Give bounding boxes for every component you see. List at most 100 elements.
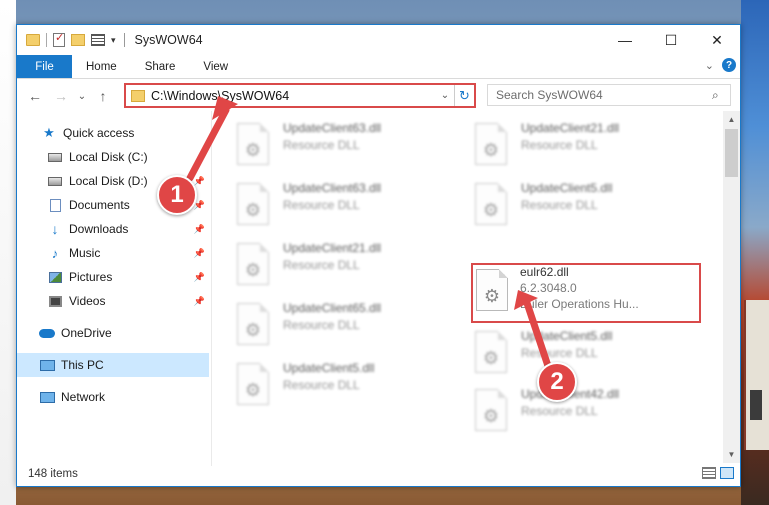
music-icon: ♪	[51, 245, 59, 261]
file-tile[interactable]: ⚙ UpdateClient21.dll Resource DLL	[451, 119, 681, 173]
address-bar[interactable]: C:\Windows\SysWOW64 ⌄ ↻	[124, 83, 476, 108]
file-name: UpdateClient5.dll	[521, 181, 613, 195]
sidebar-item-quick-access[interactable]: ★ Quick access	[17, 121, 209, 145]
gear-icon: ⚙	[482, 348, 500, 368]
file-version: 6.2.3048.0	[520, 281, 577, 295]
gear-icon: ⚙	[244, 140, 262, 160]
file-name: UpdateClient63.dll	[283, 121, 382, 135]
tab-file[interactable]: File	[17, 55, 72, 78]
sidebar-item-label: Quick access	[63, 126, 135, 140]
properties-icon[interactable]	[53, 31, 65, 47]
file-type: Resource DLL	[521, 198, 598, 212]
file-type: Resource DLL	[521, 138, 598, 152]
pane-divider[interactable]	[211, 111, 212, 466]
gear-icon: ⚙	[482, 200, 500, 220]
forward-arrow-icon[interactable]: →	[50, 85, 72, 107]
dll-file-icon: ⚙	[476, 269, 508, 311]
search-box[interactable]: Search SysWOW64 ⌕	[487, 84, 731, 106]
step-badge-1: 1	[157, 175, 197, 215]
maximize-button[interactable]: ☐	[648, 25, 694, 55]
expand-ribbon-chevron-icon[interactable]: ⌄	[705, 59, 714, 72]
file-type: Resource DLL	[283, 198, 360, 212]
sidebar-item-local-disk-c[interactable]: Local Disk (C:)	[17, 145, 209, 169]
desktop-wallpaper-window	[750, 390, 762, 420]
status-bar: 148 items	[17, 462, 740, 486]
gear-icon: ⚙	[244, 260, 262, 280]
file-tile[interactable]: ⚙ UpdateClient63.dll Resource DLL	[213, 119, 443, 173]
new-folder-icon[interactable]	[71, 34, 85, 46]
sidebar-item-label: This PC	[61, 358, 104, 372]
item-count: 148 items	[28, 468, 78, 480]
pin-icon: 📌	[193, 271, 205, 282]
recent-locations-chevron-icon[interactable]: ⌄	[76, 85, 88, 107]
up-arrow-icon[interactable]: ↑	[92, 85, 114, 107]
scroll-up-arrow-icon[interactable]: ▲	[723, 111, 740, 128]
file-list: ⚙ UpdateClient63.dll Resource DLL ⚙ Updat…	[213, 113, 726, 463]
help-icon[interactable]: ?	[722, 58, 736, 72]
file-tile[interactable]: ⚙ UpdateClient5.dll Resource DLL	[451, 179, 681, 233]
tab-view[interactable]: View	[189, 55, 242, 78]
title-bar[interactable]: ▾ SysWOW64 — ☐ ✕	[17, 25, 740, 55]
sidebar-item-network[interactable]: Network	[17, 385, 209, 409]
ribbon-right-controls: ⌄ ?	[705, 58, 736, 72]
dll-file-icon: ⚙	[237, 243, 269, 285]
gear-icon: ⚙	[483, 286, 501, 306]
search-input[interactable]: Search SysWOW64	[496, 88, 712, 102]
sidebar-item-label: Documents	[69, 198, 130, 212]
sidebar-item-onedrive[interactable]: OneDrive	[17, 321, 209, 345]
dll-file-icon: ⚙	[475, 123, 507, 165]
sidebar-item-label: Network	[61, 390, 106, 404]
details-view-icon[interactable]	[702, 467, 716, 479]
navigation-pane: ★ Quick access Local Disk (C:) Local Dis…	[17, 121, 211, 461]
dll-file-icon: ⚙	[237, 363, 269, 405]
sidebar-item-label: Music	[69, 246, 101, 260]
gear-icon: ⚙	[482, 140, 500, 160]
dll-file-icon: ⚙	[475, 389, 507, 431]
customize-toolbar-caret-icon[interactable]: ▾	[111, 35, 116, 46]
file-name: UpdateClient5.dll	[521, 329, 613, 343]
file-type: Resource DLL	[521, 404, 598, 418]
ribbon-tabs: File Home Share View ⌄ ?	[17, 55, 740, 79]
vertical-scrollbar[interactable]: ▲ ▼	[723, 111, 740, 463]
file-name: eulr62.dll	[520, 265, 569, 279]
file-tile[interactable]: ⚙ UpdateClient65.dll Resource DLL	[213, 299, 443, 353]
refresh-icon[interactable]: ↻	[454, 85, 474, 106]
pin-icon: 📌	[193, 223, 205, 234]
tab-home[interactable]: Home	[72, 55, 131, 78]
sidebar-item-music[interactable]: ♪ Music 📌	[17, 241, 209, 265]
minimize-button[interactable]: —	[602, 25, 648, 55]
scroll-down-arrow-icon[interactable]: ▼	[723, 446, 740, 463]
close-button[interactable]: ✕	[694, 25, 740, 55]
sidebar-item-pictures[interactable]: Pictures 📌	[17, 265, 209, 289]
sidebar-item-videos[interactable]: Videos 📌	[17, 289, 209, 313]
file-name: UpdateClient21.dll	[521, 121, 620, 135]
tab-share[interactable]: Share	[131, 55, 190, 78]
sidebar-item-this-pc[interactable]: This PC	[17, 353, 209, 377]
quick-access-toolbar: ▾	[26, 31, 116, 47]
disk-icon	[47, 174, 63, 188]
dll-file-icon: ⚙	[237, 303, 269, 345]
search-icon[interactable]: ⌕	[712, 88, 730, 103]
back-arrow-icon[interactable]: ←	[24, 85, 46, 107]
file-type: Resource DLL	[283, 318, 360, 332]
file-tile[interactable]: ⚙ UpdateClient63.dll Resource DLL	[213, 179, 443, 233]
address-path[interactable]: C:\Windows\SysWOW64	[151, 89, 436, 103]
file-tile[interactable]: ⚙ UpdateClient21.dll Resource DLL	[213, 239, 443, 293]
large-icons-view-icon[interactable]	[720, 467, 734, 479]
gear-icon: ⚙	[244, 380, 262, 400]
title-divider	[123, 33, 125, 47]
file-name: UpdateClient63.dll	[283, 181, 382, 195]
sidebar-item-downloads[interactable]: ↓ Downloads 📌	[17, 217, 209, 241]
file-tile-eulr62-dll[interactable]: ⚙ eulr62.dll 6.2.3048.0 Euler Operations…	[471, 263, 701, 323]
computer-icon	[39, 358, 55, 372]
toolbar-separator	[46, 33, 47, 47]
document-icon	[47, 198, 63, 212]
sidebar-item-label: Pictures	[69, 270, 113, 284]
dll-file-icon: ⚙	[237, 183, 269, 225]
disk-icon	[47, 150, 63, 164]
view-options-icon[interactable]	[91, 34, 105, 46]
dll-file-icon: ⚙	[237, 123, 269, 165]
scrollbar-thumb[interactable]	[725, 129, 738, 177]
file-tile[interactable]: ⚙ UpdateClient5.dll Resource DLL	[213, 359, 443, 413]
address-dropdown-icon[interactable]: ⌄	[436, 90, 454, 101]
